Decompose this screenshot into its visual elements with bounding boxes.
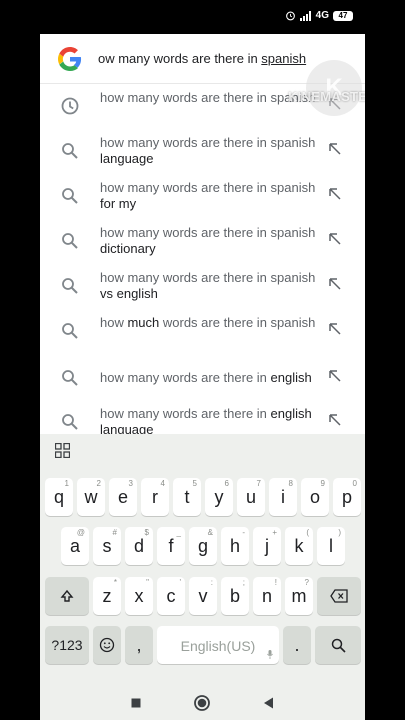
suggestion-item[interactable]: how much words are there in spanish [40, 309, 365, 353]
key-l[interactable]: ) l [317, 527, 345, 565]
key-t[interactable]: 5t [173, 478, 201, 516]
suggestion-text: how many words are there in spanish [100, 90, 316, 105]
search-icon [62, 370, 78, 386]
alarm-icon [285, 11, 295, 21]
key-w[interactable]: 2w [77, 478, 105, 516]
search-input[interactable]: ow many words are there in spanish [98, 51, 318, 66]
suggestion-item[interactable]: how many words are there in spanish lang… [40, 129, 365, 173]
key-s[interactable]: # s [93, 527, 121, 565]
key-j[interactable]: + j [253, 527, 281, 565]
suggestion-item[interactable]: how many words are there in spanish for … [40, 174, 365, 218]
keyboard-toolbar [40, 434, 365, 468]
suggestion-text: how many words are there in spanish for … [100, 180, 316, 211]
search-key[interactable] [315, 626, 361, 664]
home-icon[interactable] [193, 694, 211, 712]
network-type: 4G [315, 10, 329, 21]
suggestion-item[interactable]: how many words are there in english [40, 356, 365, 400]
key-y[interactable]: 6y [205, 478, 233, 516]
space-key-label: English(US) [180, 638, 256, 654]
key-e[interactable]: 3e [109, 478, 137, 516]
suggestion-text: how much words are there in spanish [100, 315, 316, 330]
microphone-icon [267, 650, 273, 659]
backspace-icon [330, 589, 348, 603]
key-m[interactable]: ? m [285, 577, 313, 615]
keyboard: 1q 2w 3e 4r 5t 6y 7u 8i 9o 0p @ a # s $ d _… [40, 468, 365, 686]
fill-query-arrow-icon[interactable] [328, 413, 342, 427]
search-icon [62, 233, 78, 249]
key-v[interactable]: :v [189, 577, 217, 615]
backspace-key[interactable] [317, 577, 361, 615]
fill-query-arrow-icon[interactable] [328, 232, 342, 246]
fill-query-arrow-icon[interactable] [328, 369, 342, 383]
key-q[interactable]: 1q [45, 478, 73, 516]
symbols-key[interactable]: ?123 [45, 626, 89, 664]
key-h[interactable]: -h [221, 527, 249, 565]
status-bar: 4G 47 [0, 0, 405, 34]
recents-icon[interactable] [127, 694, 145, 712]
shift-key[interactable] [45, 577, 89, 615]
search-query-composing: spanish [261, 51, 307, 66]
key-x[interactable]: " x [125, 577, 153, 615]
fill-query-arrow-icon[interactable] [328, 187, 342, 201]
suggestion-item[interactable]: how many words are there in spanish dict… [40, 219, 365, 263]
kinemaster-watermark: KINEMASTER [288, 89, 365, 104]
key-r[interactable]: 4r [141, 478, 169, 516]
suggestions-list: how many words are there in spanish how … [40, 84, 365, 434]
fill-query-arrow-icon[interactable] [328, 277, 342, 291]
key-d[interactable]: $ d [125, 527, 153, 565]
key-z[interactable]: * z [93, 577, 121, 615]
key-n[interactable]: ! n [253, 577, 281, 615]
search-icon [62, 414, 78, 430]
emoji-icon [99, 637, 115, 653]
apps-grid-icon[interactable] [55, 443, 70, 458]
key-o[interactable]: 9o [301, 478, 329, 516]
space-key[interactable]: English(US) [157, 626, 279, 664]
key-g[interactable]: & g [189, 527, 217, 565]
search-icon [62, 323, 78, 339]
status-icons: 4G 47 [285, 10, 353, 21]
battery-icon: 47 [333, 10, 353, 21]
suggestion-text: how many words are there in english lang… [100, 406, 312, 434]
suggestion-text: how many words are there in spanish vs e… [100, 270, 316, 301]
comma-key[interactable]: , [125, 626, 153, 664]
period-key[interactable]: . [283, 626, 311, 664]
search-query-prefix: ow many words are there in [98, 51, 262, 66]
key-c[interactable]: ' c [157, 577, 185, 615]
history-icon [61, 97, 79, 115]
shift-icon [60, 589, 74, 602]
key-i[interactable]: 8i [269, 478, 297, 516]
key-p[interactable]: 0p [333, 478, 361, 516]
suggestion-item[interactable]: how many words are there in english lang… [40, 400, 365, 434]
google-logo-icon [58, 47, 82, 71]
navigation-bar [40, 686, 365, 720]
key-f[interactable]: _ f [157, 527, 185, 565]
key-a[interactable]: @ a [61, 527, 89, 565]
search-icon [62, 278, 78, 294]
kinemaster-badge: K [306, 60, 362, 116]
phone-screen: ow many words are there in spanish how m… [40, 34, 365, 720]
suggestion-text: how many words are there in spanish lang… [100, 135, 316, 166]
emoji-key[interactable] [93, 626, 121, 664]
search-icon [62, 188, 78, 204]
back-icon[interactable] [260, 694, 278, 712]
key-b[interactable]: ; b [221, 577, 249, 615]
fill-query-arrow-icon[interactable] [328, 322, 342, 336]
suggestion-item[interactable]: how many words are there in spanish vs e… [40, 264, 365, 308]
signal-icon [299, 10, 311, 21]
suggestion-text: how many words are there in spanish dict… [100, 225, 316, 256]
suggestion-text: how many words are there in english [100, 370, 312, 385]
key-u[interactable]: 7u [237, 478, 265, 516]
fill-query-arrow-icon[interactable] [328, 142, 342, 156]
search-icon [331, 638, 346, 653]
key-k[interactable]: (k [285, 527, 313, 565]
search-icon [62, 143, 78, 159]
